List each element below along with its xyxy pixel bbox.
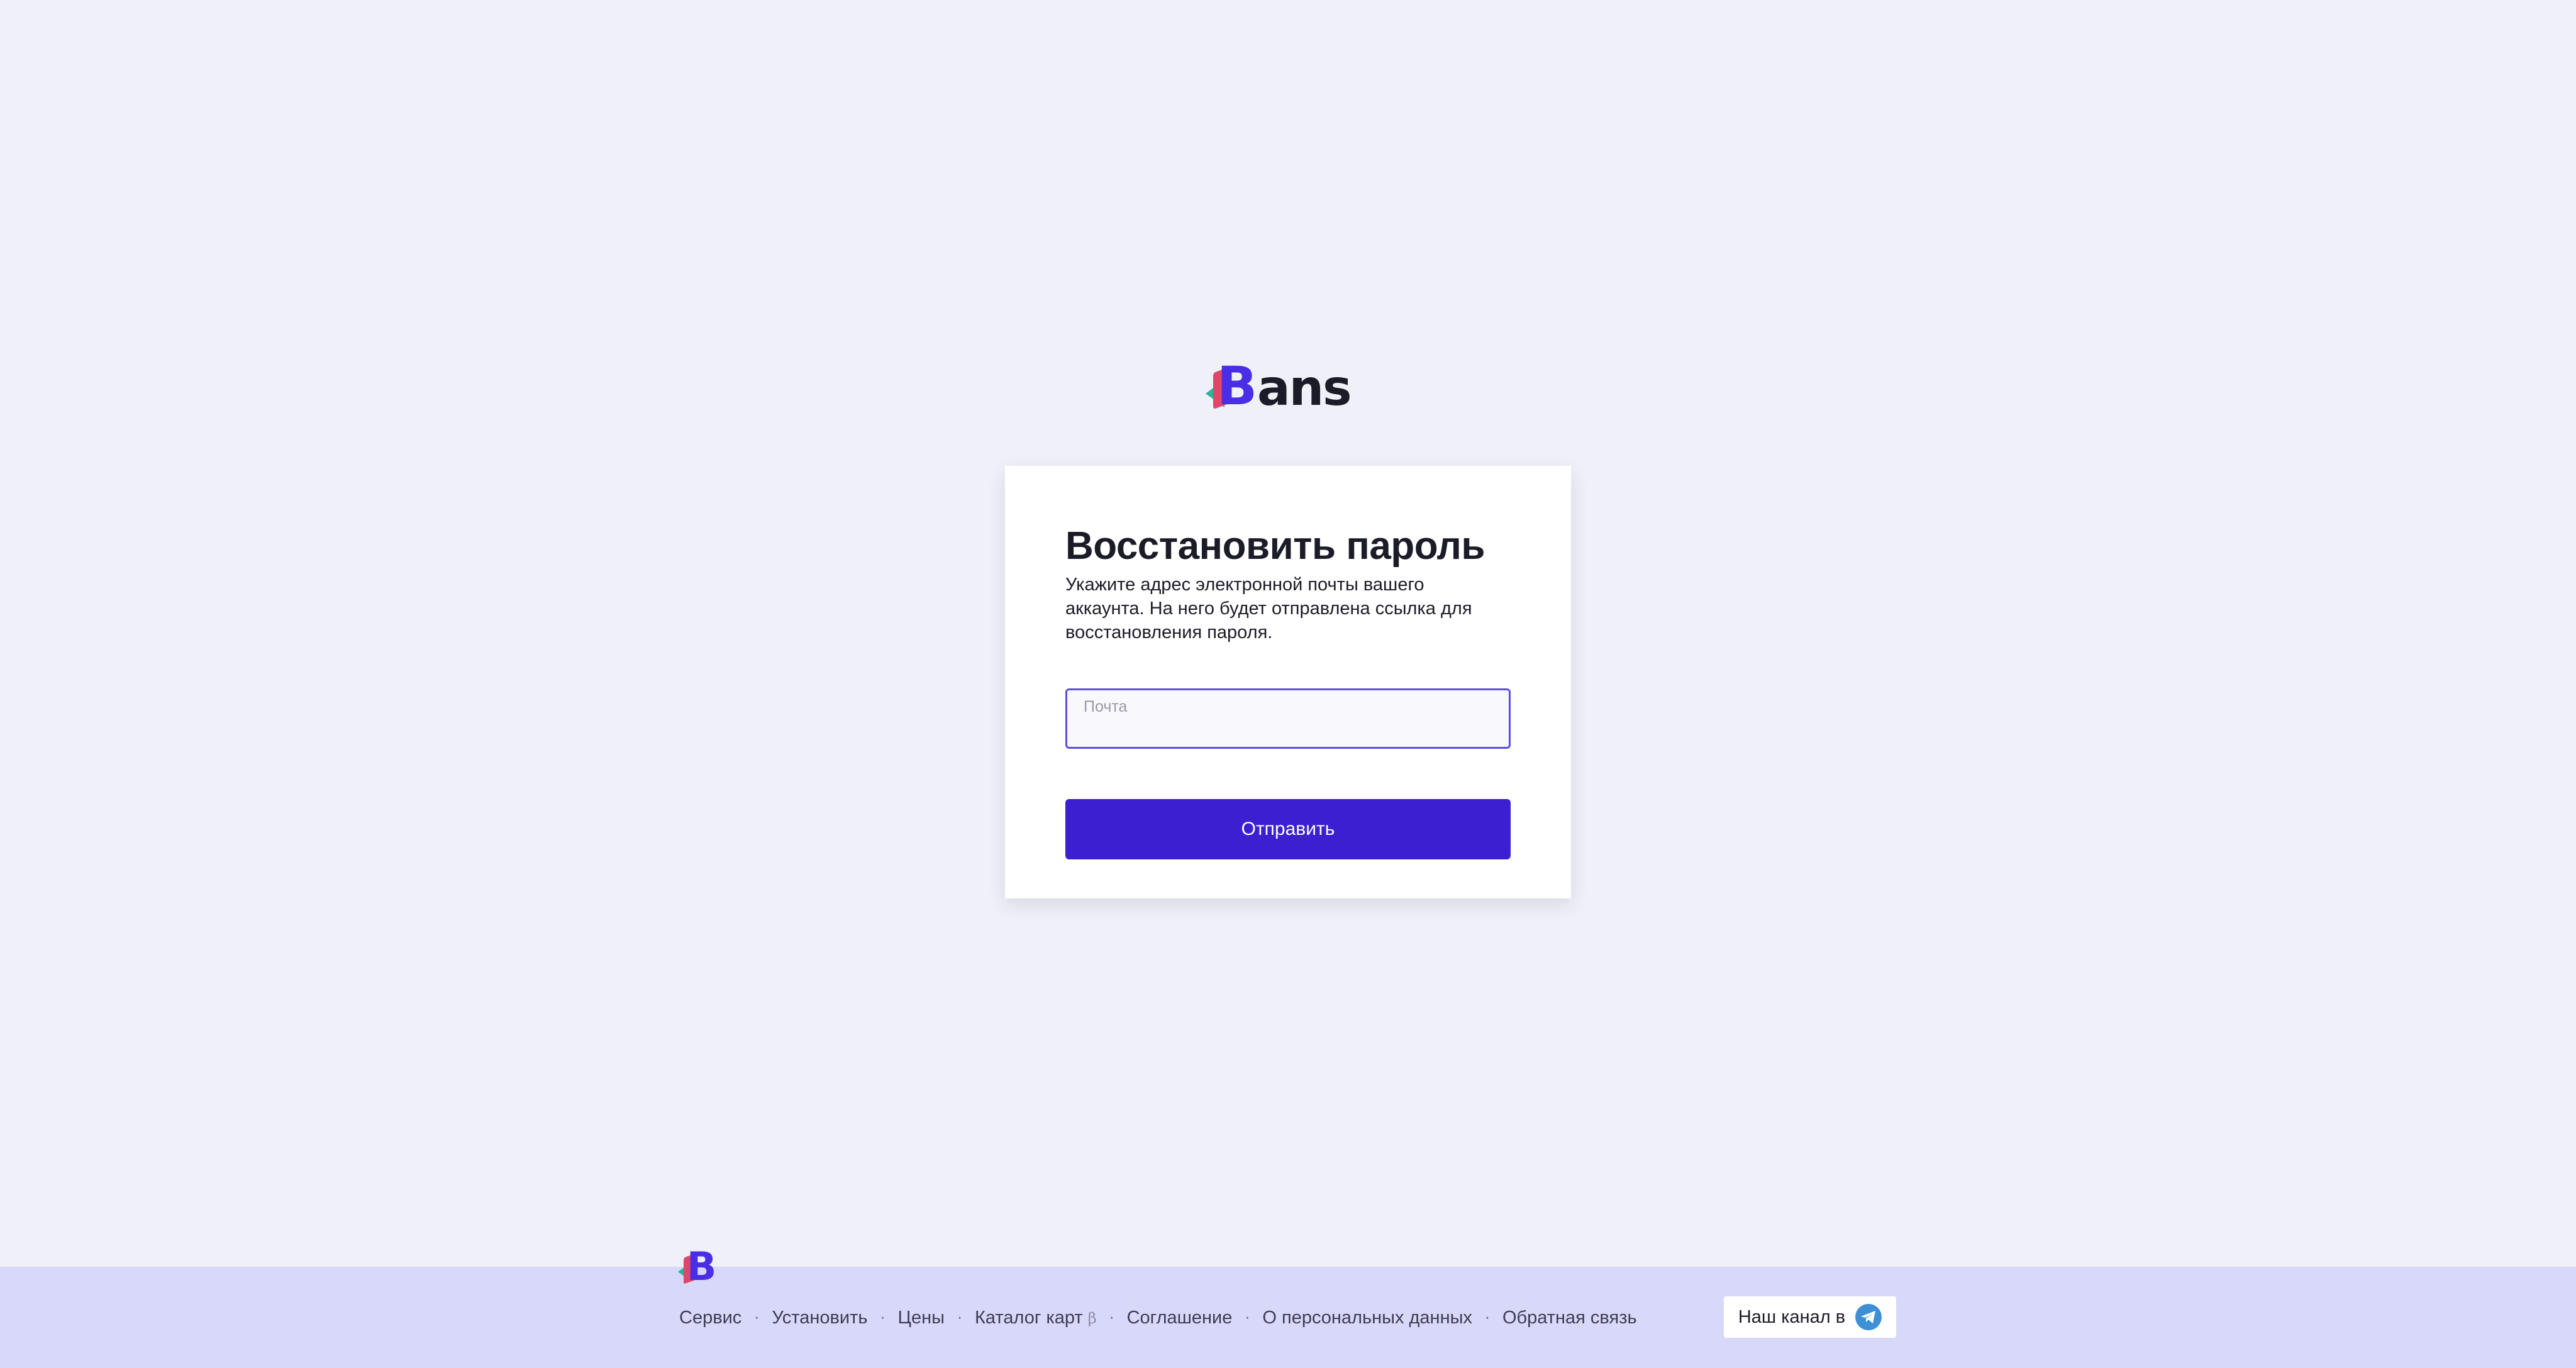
footer-link-install[interactable]: Установить [772,1308,867,1328]
email-field[interactable]: Почта [1065,688,1511,749]
footer-separator: · [957,1309,962,1326]
footer-link-agreement[interactable]: Соглашение [1127,1308,1233,1328]
footer-link-service[interactable]: Сервис [679,1308,741,1328]
reset-description: Укажите адрес электронной почты вашего а… [1065,575,1472,643]
email-input[interactable] [1082,713,1494,742]
submit-button[interactable]: Отправить [1065,799,1511,859]
footer-separator: · [1109,1309,1114,1326]
footer-link-prices[interactable]: Цены [898,1308,945,1328]
password-reset-card: Восстановить пароль Укажите адрес электр… [1005,466,1571,898]
footer-link-catalog[interactable]: Каталог карт β [975,1308,1097,1328]
footer-link-catalog-label: Каталог карт [974,1307,1083,1328]
channel-label: Наш канал в [1738,1306,1846,1327]
telegram-channel-button[interactable]: Наш канал в [1724,1296,1896,1338]
footer-separator: · [880,1309,886,1326]
logo-mark-icon: B [1206,360,1257,414]
footer-logo[interactable]: B [678,1247,721,1288]
footer-nav: Сервис · Установить · Цены · Каталог кар… [679,1305,1637,1330]
footer-separator: · [1245,1309,1250,1326]
logo-wordmark: ans [1257,360,1352,417]
footer-link-feedback[interactable]: Обратная связь [1502,1308,1637,1328]
footer-link-personal-data[interactable]: О персональных данных [1262,1308,1472,1328]
telegram-icon [1855,1304,1882,1330]
beta-badge: β [1087,1309,1097,1327]
footer-separator: · [754,1309,760,1326]
footer-separator: · [1484,1309,1490,1326]
page-title: Восстановить пароль [1065,524,1485,568]
brand-logo[interactable]: B ans [1206,360,1352,417]
